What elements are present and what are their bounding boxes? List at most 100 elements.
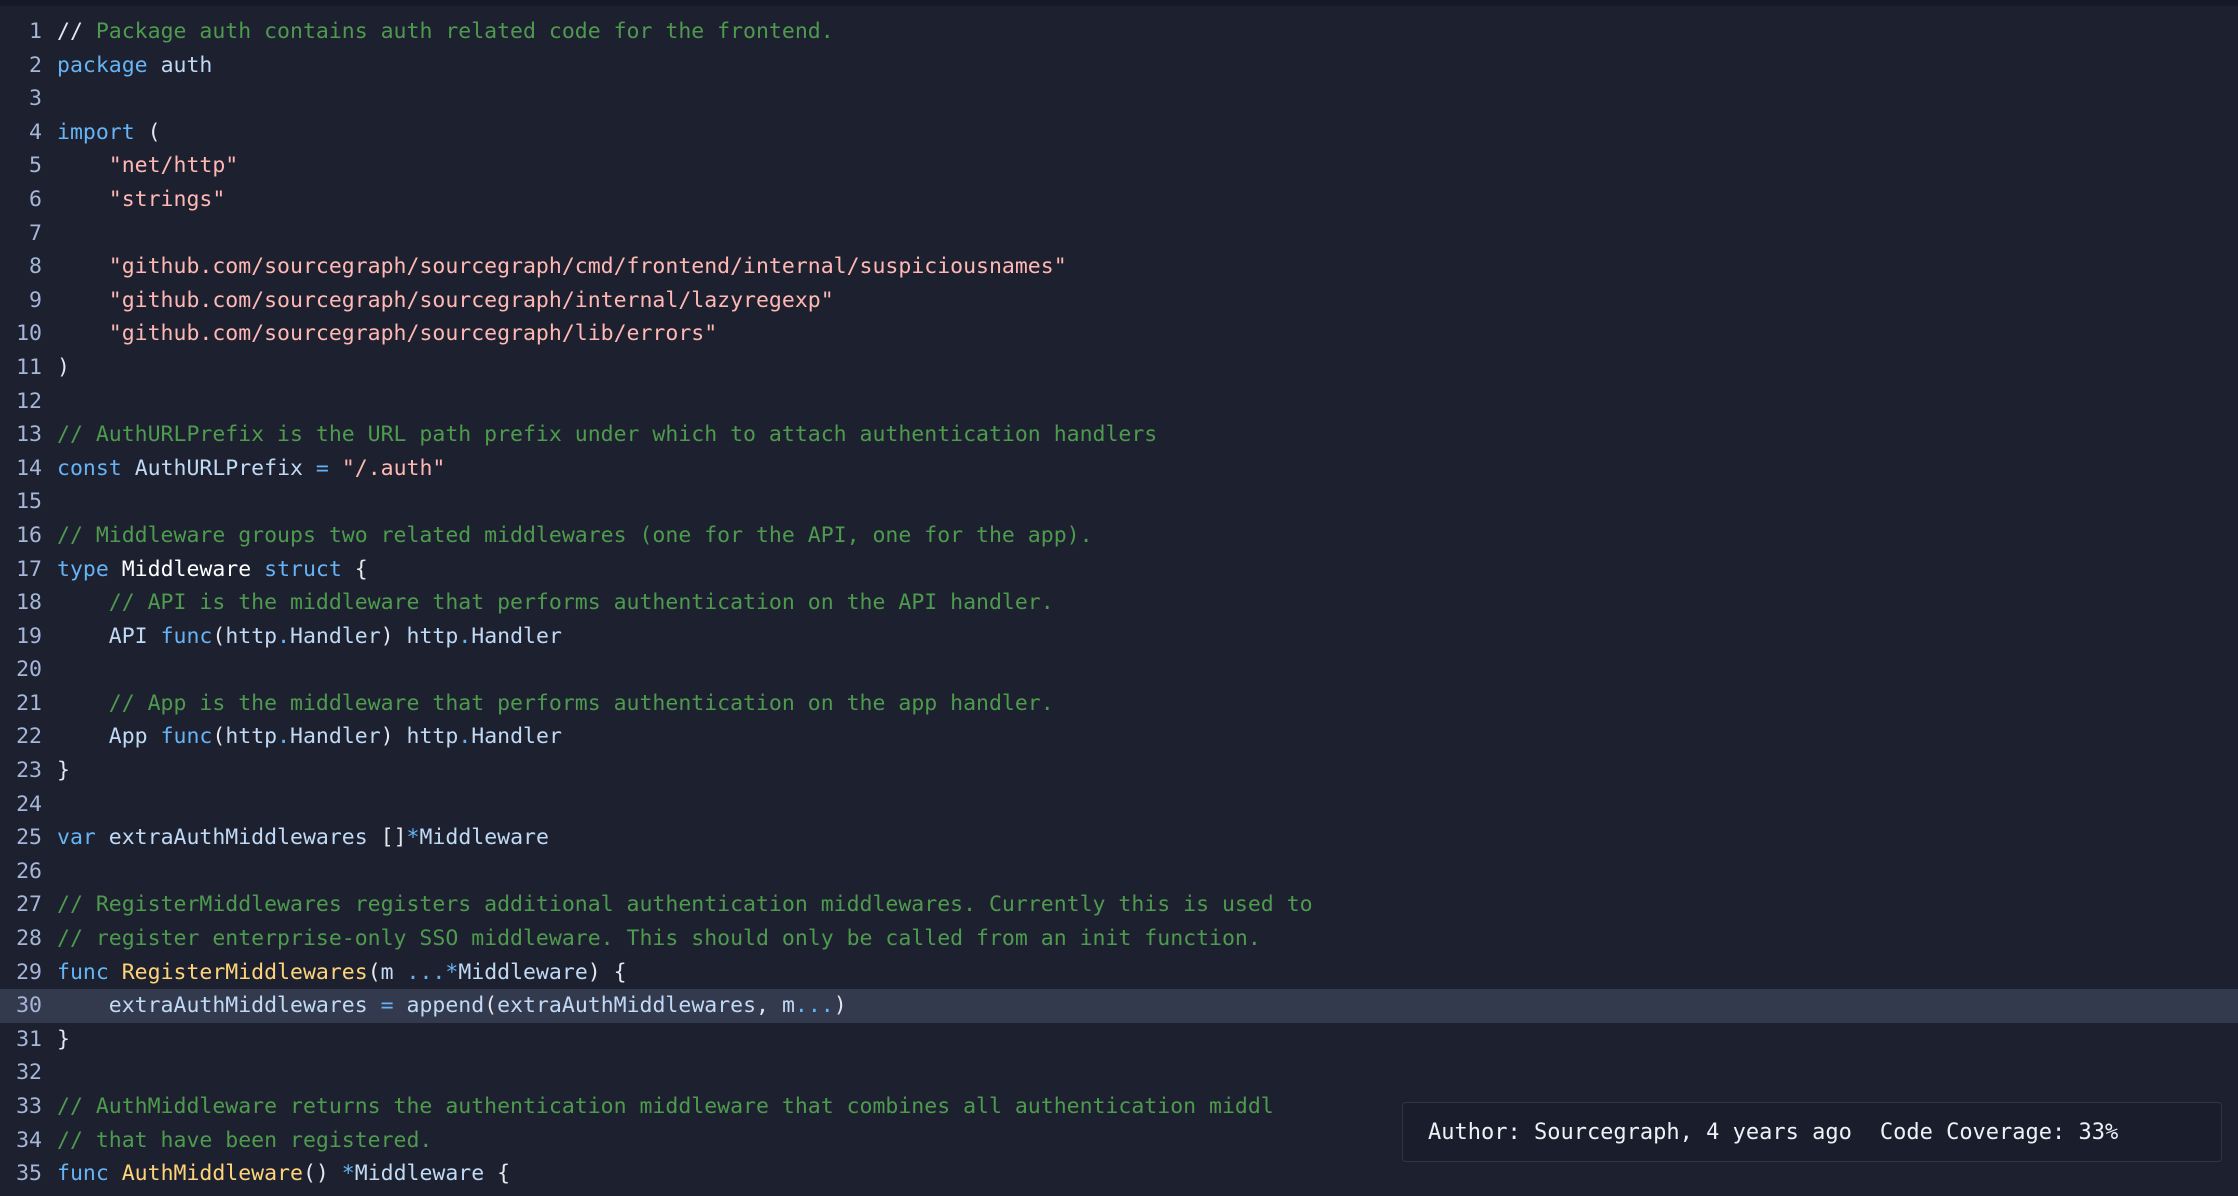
code-line[interactable]: 2 package auth: [0, 49, 2238, 83]
code-line[interactable]: 17 type Middleware struct {: [0, 553, 2238, 587]
code-line[interactable]: 14 const AuthURLPrefix = "/.auth": [0, 452, 2238, 486]
code-token: *: [341, 1161, 355, 1187]
line-number[interactable]: 20: [0, 653, 42, 687]
line-number[interactable]: 23: [0, 754, 42, 788]
code-line[interactable]: 8 "github.com/sourcegraph/sourcegraph/cm…: [0, 250, 2238, 284]
code-token: "github.com/sourcegraph/sourcegraph/lib/…: [108, 321, 718, 347]
line-number[interactable]: 9: [0, 284, 42, 318]
line-number[interactable]: 28: [0, 922, 42, 956]
code-line[interactable]: 1 // Package auth contains auth related c…: [0, 15, 2238, 49]
code-line[interactable]: 35 func AuthMiddleware() *Middleware {: [0, 1157, 2238, 1191]
code-line[interactable]: 11): [0, 351, 2238, 385]
code-line[interactable]: 4 import (: [0, 116, 2238, 150]
code-line[interactable]: 31}: [0, 1023, 2238, 1057]
code-line[interactable]: 22 App func(http.Handler) http.Handler: [0, 720, 2238, 754]
line-number[interactable]: 3: [0, 82, 42, 116]
code-token: Middleware: [419, 825, 549, 851]
line-number[interactable]: 6: [0, 183, 42, 217]
line-number[interactable]: 34: [0, 1124, 42, 1158]
code-token: // RegisterMiddlewares registers additio…: [57, 892, 1313, 918]
code-line[interactable]: 20: [0, 653, 2238, 687]
code-line[interactable]: 9 "github.com/sourcegraph/sourcegraph/in…: [0, 284, 2238, 318]
code-line[interactable]: 30 extraAuthMiddlewares = append(extraAu…: [0, 989, 2238, 1023]
line-number[interactable]: 29: [0, 956, 42, 990]
line-code: const AuthURLPrefix = "/.auth": [57, 452, 445, 486]
line-number[interactable]: 5: [0, 149, 42, 183]
line-number[interactable]: 27: [0, 888, 42, 922]
line-number[interactable]: 30: [0, 989, 42, 1023]
line-number[interactable]: 4: [0, 116, 42, 150]
code-token: Middleware: [121, 556, 252, 582]
code-token: package: [57, 52, 148, 78]
line-number[interactable]: 7: [0, 217, 42, 251]
code-line[interactable]: 28 // register enterprise-only SSO middle…: [0, 922, 2238, 956]
code-token: ,: [756, 993, 782, 1019]
line-number[interactable]: 10: [0, 317, 42, 351]
code-line[interactable]: 16 // Middleware groups two related middl…: [0, 519, 2238, 553]
code-token: http: [225, 724, 278, 750]
code-line[interactable]: 25 var extraAuthMiddlewares []*Middleware: [0, 821, 2238, 855]
line-number[interactable]: 14: [0, 452, 42, 486]
code-line[interactable]: 6 "strings": [0, 183, 2238, 217]
line-code: func AuthMiddleware() *Middleware {: [57, 1157, 510, 1191]
line-number[interactable]: 24: [0, 788, 42, 822]
code-line[interactable]: 19 API func(http.Handler) http.Handler: [0, 620, 2238, 654]
line-number[interactable]: 33: [0, 1090, 42, 1124]
code-token: http: [225, 623, 278, 649]
line-number[interactable]: 35: [0, 1157, 42, 1191]
code-line[interactable]: 15: [0, 485, 2238, 519]
line-code: "net/http": [57, 149, 238, 183]
code-token: ): [833, 993, 847, 1019]
line-number[interactable]: 16: [0, 519, 42, 553]
line-number[interactable]: 19: [0, 620, 42, 654]
line-number[interactable]: 22: [0, 720, 42, 754]
line-number[interactable]: 2: [0, 49, 42, 83]
code-line[interactable]: 26: [0, 855, 2238, 889]
line-number[interactable]: 18: [0, 586, 42, 620]
line-number[interactable]: 17: [0, 553, 42, 587]
code-line[interactable]: 13 // AuthURLPrefix is the URL path prefi…: [0, 418, 2238, 452]
code-line[interactable]: 21 // App is the middleware that perform…: [0, 687, 2238, 721]
line-number[interactable]: 1: [0, 15, 42, 49]
code-line[interactable]: 7: [0, 217, 2238, 251]
line-number[interactable]: 26: [0, 855, 42, 889]
code-line[interactable]: 5 "net/http": [0, 149, 2238, 183]
line-number[interactable]: 21: [0, 687, 42, 721]
code-token: //: [57, 19, 96, 44]
code-token: "github.com/sourcegraph/sourcegraph/inte…: [108, 287, 834, 313]
code-line[interactable]: 32: [0, 1056, 2238, 1090]
line-number[interactable]: 13: [0, 418, 42, 452]
line-code: // App is the middleware that performs a…: [57, 687, 1054, 721]
line-number[interactable]: 8: [0, 250, 42, 284]
code-token: Package auth contains auth related code …: [95, 19, 834, 44]
line-number[interactable]: 15: [0, 485, 42, 519]
code-token: // API is the middleware that performs a…: [108, 590, 1054, 616]
line-number[interactable]: 25: [0, 821, 42, 855]
line-number[interactable]: 12: [0, 385, 42, 419]
code-line[interactable]: 27 // RegisterMiddlewares registers addit…: [0, 888, 2238, 922]
code-token: Handler: [290, 724, 381, 750]
code-token: (: [367, 959, 381, 985]
code-editor[interactable]: 1 // Package auth contains auth related c…: [0, 0, 2238, 1196]
code-line[interactable]: 23}: [0, 754, 2238, 788]
code-line[interactable]: 12: [0, 385, 2238, 419]
line-code: type Middleware struct {: [57, 553, 368, 587]
code-lines[interactable]: 1 // Package auth contains auth related c…: [0, 15, 2238, 1191]
code-line[interactable]: 10 "github.com/sourcegraph/sourcegraph/l…: [0, 317, 2238, 351]
line-number[interactable]: 31: [0, 1023, 42, 1057]
code-token: // Middleware groups two related middlew…: [57, 522, 1093, 548]
code-line[interactable]: 18 // API is the middleware that perform…: [0, 586, 2238, 620]
line-code: "strings": [57, 183, 226, 217]
code-line[interactable]: 29 func RegisterMiddlewares(m ...*Middlew…: [0, 956, 2238, 990]
code-line[interactable]: 24: [0, 788, 2238, 822]
line-number[interactable]: 32: [0, 1056, 42, 1090]
code-line[interactable]: 3: [0, 82, 2238, 116]
code-token: =: [380, 993, 394, 1019]
line-number[interactable]: 11: [0, 351, 42, 385]
code-token: ): [380, 724, 407, 750]
